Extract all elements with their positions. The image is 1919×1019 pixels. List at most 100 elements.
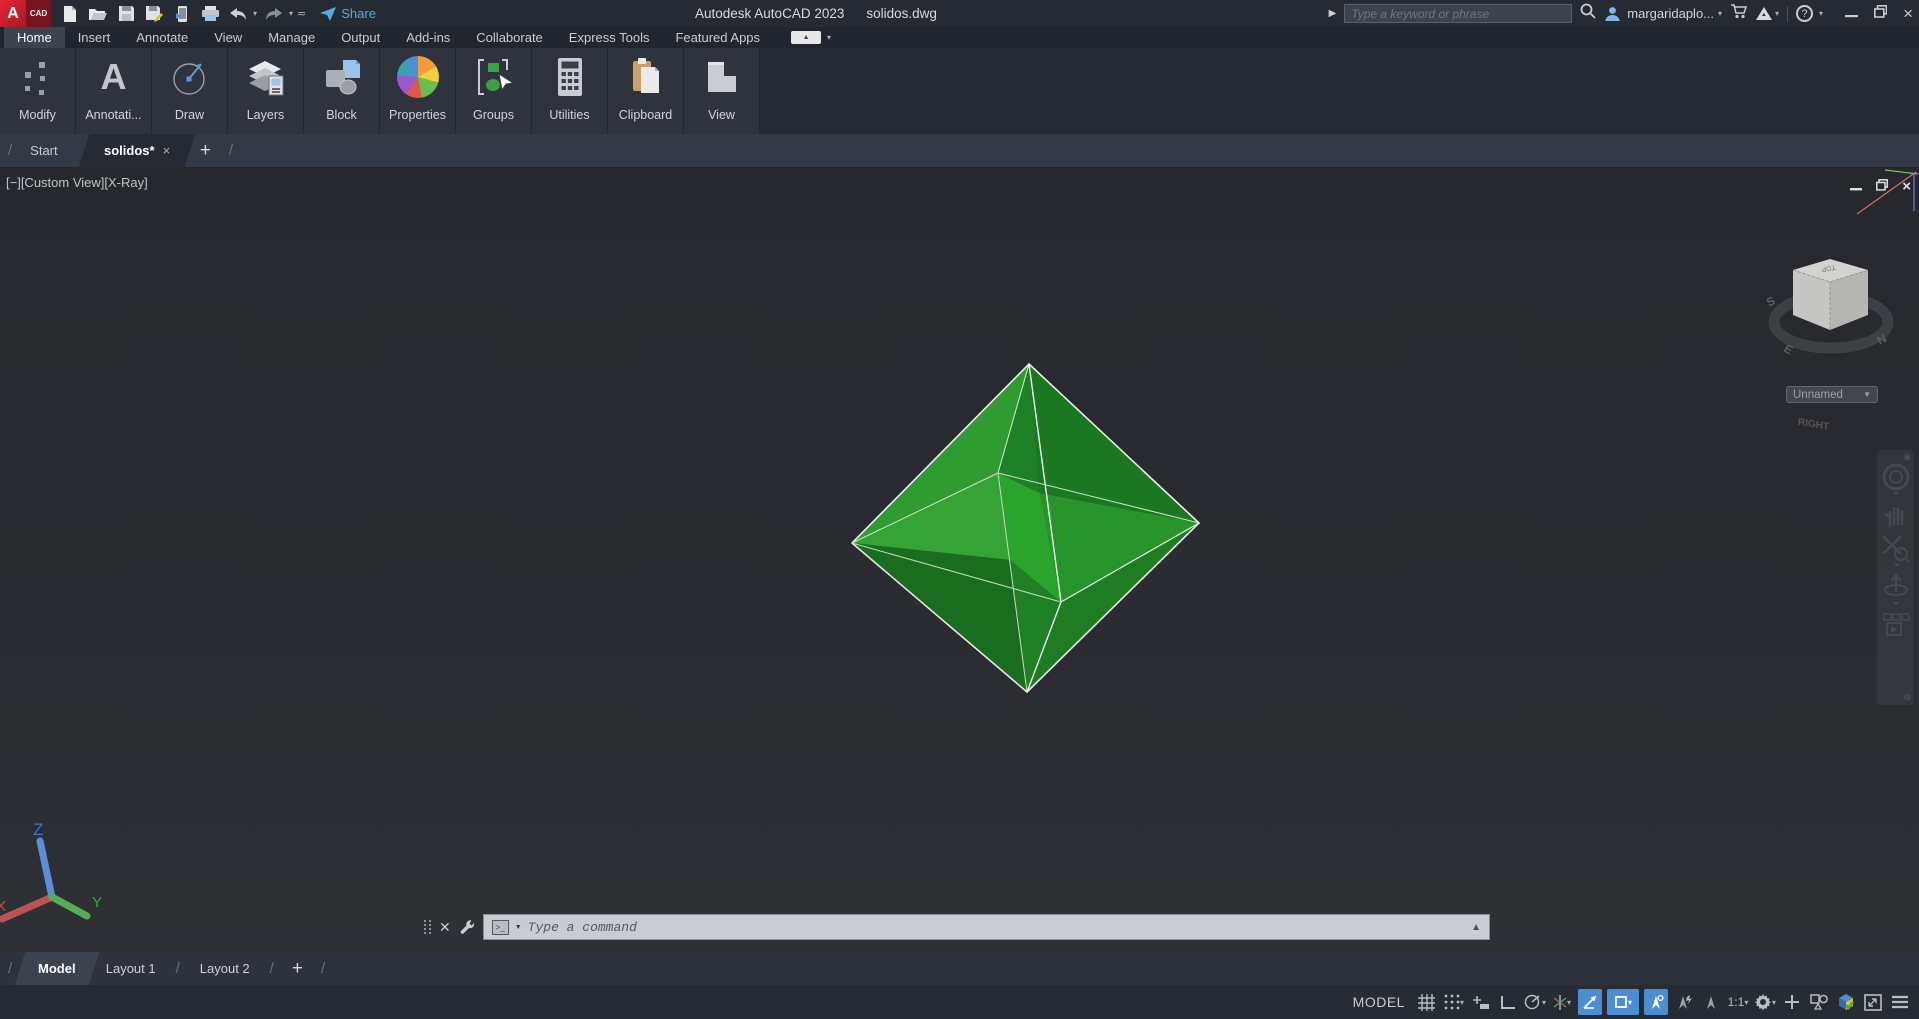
tab-layout2[interactable]: Layout 2 [188, 952, 262, 985]
restore-button[interactable] [1874, 5, 1887, 23]
ribbon-tab-annotate[interactable]: Annotate [123, 27, 201, 48]
snap-mode-button[interactable]: ▾ [1443, 989, 1465, 1015]
redo-dropdown[interactable]: ▾ [289, 9, 293, 18]
panel-utilities[interactable]: Utilities [532, 48, 608, 134]
drawing-viewport[interactable]: Z Y X S E N [0, 167, 1919, 952]
ortho-mode-button[interactable] [1497, 989, 1519, 1015]
command-line-grip[interactable] [424, 920, 432, 934]
ribbon-tab-output[interactable]: Output [328, 27, 393, 48]
command-history-up-icon[interactable]: ▲ [1471, 922, 1481, 933]
object-snap-button[interactable]: ▾ [1607, 989, 1639, 1015]
command-input[interactable]: >_ ▼ Type a command ▲ [483, 914, 1490, 940]
workspace-dropdown-icon[interactable]: ▾ [1772, 998, 1776, 1007]
customization-button[interactable] [1889, 989, 1911, 1015]
scale-dropdown-icon[interactable]: ▾ [1744, 998, 1748, 1007]
annotation-visibility-button[interactable] [1644, 989, 1668, 1015]
snap-dropdown-icon[interactable]: ▾ [1460, 998, 1464, 1007]
viewport-minimize-button[interactable] [1850, 178, 1862, 196]
units-button[interactable] [1808, 989, 1830, 1015]
undo-button[interactable] [227, 4, 249, 24]
annotation-scale-flag-button[interactable] [1700, 989, 1722, 1015]
panel-draw[interactable]: Draw [152, 48, 228, 134]
annotation-scale-button[interactable]: 1:1 ▾ [1727, 989, 1749, 1015]
panel-layers[interactable]: Layers [228, 48, 304, 134]
ribbon-tab-home[interactable]: Home [4, 27, 65, 48]
orbit-icon[interactable] [1881, 572, 1911, 606]
tab-model[interactable]: Model [15, 952, 99, 985]
file-tab-close-icon[interactable]: × [162, 143, 170, 158]
tab-layout1[interactable]: Layout 1 [94, 952, 168, 985]
octahedron-solid[interactable] [852, 364, 1199, 692]
autodesk-apps-dropdown[interactable]: ▾ [1775, 9, 1779, 18]
account-dropdown[interactable]: ▾ [1718, 9, 1722, 18]
panel-modify[interactable]: Modify [0, 48, 76, 134]
panel-view[interactable]: View [684, 48, 760, 134]
grid-display-button[interactable] [1416, 989, 1438, 1015]
navigation-wheel-icon[interactable] [1881, 462, 1911, 496]
account-button[interactable]: margaridaplo... ▾ [1604, 5, 1722, 22]
isometric-drafting-button[interactable]: ▾ [1551, 989, 1573, 1015]
save-as-button[interactable] [143, 4, 165, 24]
search-collapse-arrow[interactable]: ▶ [1329, 8, 1337, 19]
ucs-icon[interactable]: Z Y X [0, 820, 102, 919]
share-button[interactable]: Share [320, 6, 376, 21]
polar-dropdown-icon[interactable]: ▾ [1542, 998, 1546, 1007]
ribbon-tab-featured-apps[interactable]: Featured Apps [662, 27, 773, 48]
viewport-close-button[interactable]: × [1902, 181, 1911, 193]
panel-annotation[interactable]: A Annotati... [76, 48, 152, 134]
ribbon-tab-insert[interactable]: Insert [65, 27, 124, 48]
viewcube-right-label[interactable]: RIGHT [1798, 417, 1830, 433]
workspace-switching-button[interactable]: ▾ [1754, 989, 1776, 1015]
pan-hand-icon[interactable] [1882, 502, 1910, 528]
viewport-controls-label[interactable]: [−][Custom View][X-Ray] [6, 175, 148, 190]
close-button[interactable]: × [1903, 7, 1913, 20]
app-menu-button[interactable]: A CAD [0, 0, 51, 27]
zoom-extents-icon[interactable] [1881, 534, 1911, 566]
new-file-button[interactable] [59, 4, 81, 24]
search-button[interactable] [1580, 3, 1596, 24]
navigation-bar[interactable]: ⊗ ⊖ [1877, 450, 1914, 705]
autodesk-apps-button[interactable]: ▾ [1755, 6, 1779, 21]
redo-button[interactable] [263, 4, 285, 24]
save-button[interactable] [115, 4, 137, 24]
new-drawing-button[interactable]: + [190, 140, 221, 162]
search-input[interactable] [1344, 4, 1572, 23]
ribbon-tab-collaborate[interactable]: Collaborate [463, 27, 556, 48]
app-store-button[interactable] [1730, 4, 1747, 24]
annotation-monitor-button[interactable] [1781, 989, 1803, 1015]
panel-groups[interactable]: Groups [456, 48, 532, 134]
compass-e-label[interactable]: E [1782, 341, 1796, 357]
help-dropdown[interactable]: ▾ [1819, 9, 1823, 18]
undo-dropdown[interactable]: ▾ [253, 9, 257, 18]
help-button[interactable]: ? [1796, 5, 1813, 22]
command-prompt-icon[interactable]: >_ [492, 920, 509, 935]
view-name-button[interactable]: Unnamed ▼ [1786, 386, 1878, 403]
osnap-dropdown-icon[interactable]: ▾ [1628, 998, 1632, 1007]
object-snap-tracking-button[interactable] [1578, 989, 1602, 1015]
polar-tracking-button[interactable]: ▾ [1524, 989, 1546, 1015]
viewport-restore-button[interactable] [1876, 178, 1888, 196]
ribbon-tab-express-tools[interactable]: Express Tools [556, 27, 663, 48]
ribbon-tab-addins[interactable]: Add-ins [393, 27, 463, 48]
file-tab-solidos[interactable]: solidos* × [78, 134, 195, 167]
graphics-performance-button[interactable] [1835, 989, 1857, 1015]
showmotion-icon[interactable] [1881, 612, 1911, 638]
save-to-mobile-button[interactable] [171, 4, 193, 24]
command-line-close-icon[interactable]: ✕ [439, 919, 451, 936]
panel-block[interactable]: Block [304, 48, 380, 134]
open-button[interactable] [87, 4, 109, 24]
panel-clipboard[interactable]: Clipboard [608, 48, 684, 134]
new-layout-button[interactable]: + [282, 958, 313, 980]
annotation-autoscale-button[interactable] [1673, 989, 1695, 1015]
navbar-minimize-icon[interactable]: ⊖ [1903, 692, 1911, 703]
plot-button[interactable] [199, 4, 221, 24]
ribbon-state-button[interactable]: ▲ [791, 31, 821, 44]
model-space-button[interactable]: MODEL [1347, 989, 1411, 1015]
qat-customize-button[interactable]: ≂ [297, 7, 306, 20]
minimize-button[interactable] [1845, 5, 1858, 23]
file-tab-start[interactable]: Start [20, 134, 67, 167]
panel-properties[interactable]: Properties [380, 48, 456, 134]
ribbon-tab-manage[interactable]: Manage [255, 27, 328, 48]
command-customize-wrench-icon[interactable] [459, 919, 475, 935]
isometric-dropdown-icon[interactable]: ▾ [1567, 998, 1571, 1007]
